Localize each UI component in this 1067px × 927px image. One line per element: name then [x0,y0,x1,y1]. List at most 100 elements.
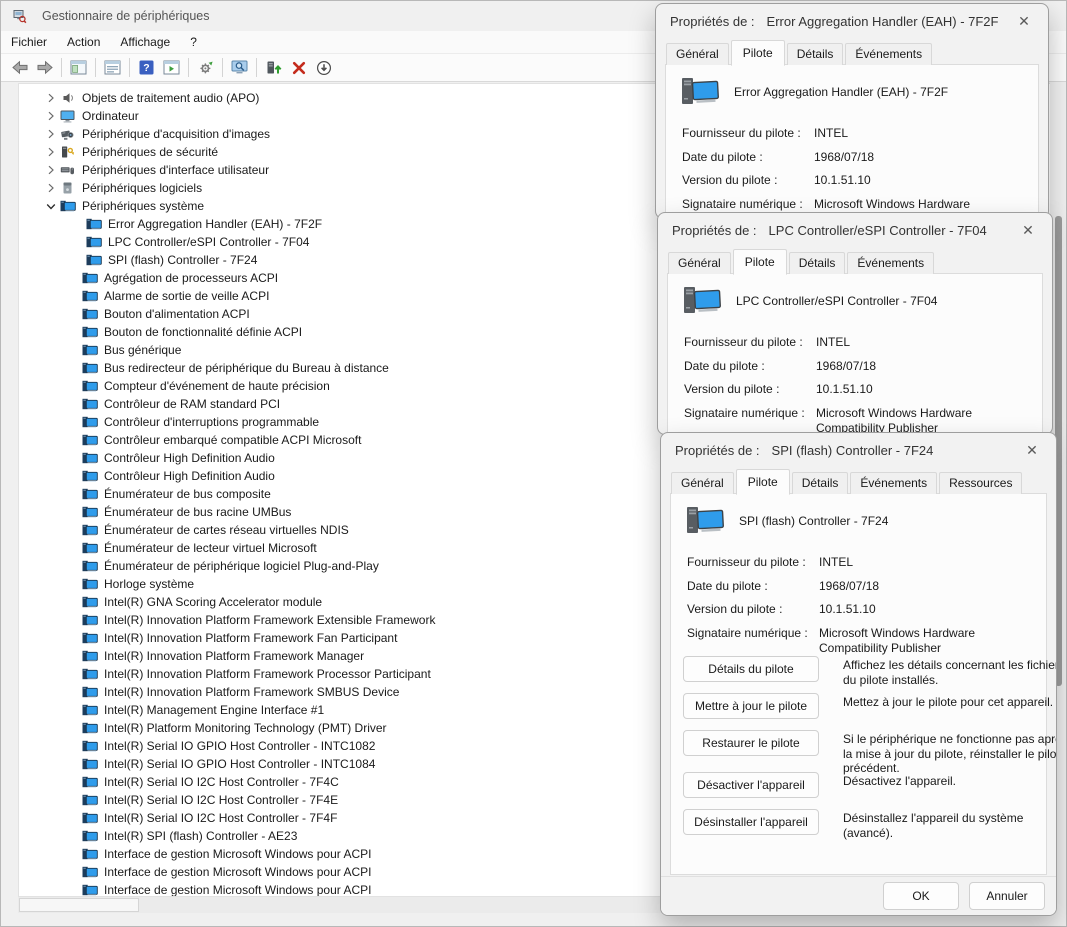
properties-dialog-eah: Propriétés de : Error Aggregation Handle… [655,3,1049,219]
dialog-tabs: GénéralPiloteDétailsÉvénements [666,37,1038,65]
field-value: INTEL [816,335,1042,350]
system-device-icon [81,613,98,627]
pilote-tab-page: Error Aggregation Handler (EAH) - 7F2F F… [665,64,1039,219]
driver-fields: Fournisseur du pilote :INTELDate du pilo… [684,335,1042,435]
tab-ressources[interactable]: Ressources [939,472,1022,494]
horizontal-scrollbar-thumb[interactable] [19,898,139,912]
chevron-right-icon[interactable] [43,91,59,105]
tab-pilote[interactable]: Pilote [736,469,790,495]
tree-item-label: Intel(R) Serial IO GPIO Host Controller … [104,757,375,771]
toolbar-search-computer-button[interactable] [227,56,252,79]
close-icon: ✕ [1018,13,1030,29]
field-value: INTEL [814,126,1038,141]
desinstaller-l-appareil-button[interactable]: Désinstaller l'appareil [683,809,819,835]
toolbar-uninstall-device-button[interactable] [286,56,311,79]
system-device-icon [81,343,98,357]
system-device-icon [81,721,98,735]
system-device-icon [81,487,98,501]
system-device-icon [81,559,98,573]
tab-details[interactable]: Détails [787,43,844,65]
chevron-right-icon[interactable] [43,109,59,123]
tree-item-label: Contrôleur High Definition Audio [104,469,275,483]
tab-general[interactable]: Général [671,472,734,494]
menu-action[interactable]: Action [57,35,110,49]
system-device-icon [81,541,98,555]
device-name: LPC Controller/eSPI Controller - 7F04 [736,294,937,308]
action-description: Affichez les détails concernant les fich… [843,656,1057,687]
driver-field-row: Version du pilote :10.1.51.10 [687,602,1046,617]
field-label: Date du pilote : [687,579,819,594]
toolbar-properties-button[interactable] [100,56,125,79]
details-du-pilote-button[interactable]: Détails du pilote [683,656,819,682]
driver-field-row: Fournisseur du pilote :INTEL [687,555,1046,570]
computer-device-icon [685,505,725,537]
tab-details[interactable]: Détails [789,252,846,274]
driver-field-row: Fournisseur du pilote :INTEL [684,335,1042,350]
toolbar-show-action-pane-button[interactable] [159,56,184,79]
menu-fichier[interactable]: Fichier [1,35,57,49]
tree-item-label: Périphérique d'acquisition d'images [82,127,270,141]
restaurer-le-pilote-button[interactable]: Restaurer le pilote [683,730,819,756]
driver-field-row: Version du pilote :10.1.51.10 [684,382,1042,397]
tree-item-label: Intel(R) SPI (flash) Controller - AE23 [104,829,297,843]
tree-item-label: Énumérateur de bus racine UMBus [104,505,291,519]
tree-item-label: Énumérateur de bus composite [104,487,271,501]
menu-help[interactable]: ? [180,35,207,49]
tree-item-label: Intel(R) Innovation Platform Framework F… [104,631,397,645]
driver-field-row: Fournisseur du pilote :INTEL [682,126,1038,141]
tree-item-label: Énumérateur de périphérique logiciel Plu… [104,559,379,573]
chevron-right-icon[interactable] [43,163,59,177]
driver-field-row: Version du pilote :10.1.51.10 [682,173,1038,188]
tree-item-label: Intel(R) Management Engine Interface #1 [104,703,324,717]
toolbar-forward-button[interactable] [32,56,57,79]
tree-item-label: Intel(R) GNA Scoring Accelerator module [104,595,322,609]
system-device-icon [81,523,98,537]
tab-details[interactable]: Détails [792,472,849,494]
system-device-icon [81,685,98,699]
pilote-tab-page: SPI (flash) Controller - 7F24 Fournisseu… [670,493,1047,875]
tab-pilote[interactable]: Pilote [733,249,787,275]
mettre-a-jour-le-pilote-button[interactable]: Mettre à jour le pilote [683,693,819,719]
toolbar-scan-hardware-changes-button[interactable] [193,56,218,79]
scan-hardware-changes-icon [198,60,214,76]
close-button[interactable]: ✕ [1022,442,1042,459]
tree-item-label: Intel(R) Innovation Platform Framework P… [104,667,431,681]
field-value: 1968/07/18 [814,150,1038,165]
dialog-title-prefix: Propriétés de : [670,14,755,29]
system-device-icon [81,865,98,879]
toolbar-back-button[interactable] [7,56,32,79]
driver-action-row: Désinstaller l'appareilDésinstallez l'ap… [683,809,1057,840]
ok-button[interactable]: OK [883,882,959,910]
computer-device-icon [680,76,720,108]
tab-pilote[interactable]: Pilote [731,40,785,66]
toolbar-disable-device-button[interactable] [311,56,336,79]
cancel-button[interactable]: Annuler [969,882,1045,910]
field-value: 10.1.51.10 [814,173,1038,188]
toolbar-update-driver-button[interactable] [261,56,286,79]
close-button[interactable]: ✕ [1018,222,1038,239]
field-label: Signataire numérique : [684,406,816,435]
chevron-right-icon[interactable] [43,127,59,141]
hid-device-icon [59,163,76,177]
tree-item-label: Ordinateur [82,109,139,123]
tree-item-label: Intel(R) Innovation Platform Framework S… [104,685,399,699]
dialog-titlebar: Propriétés de : Error Aggregation Handle… [656,4,1048,38]
tab-evenements[interactable]: Événements [845,43,932,65]
tab-general[interactable]: Général [668,252,731,274]
chevron-down-icon[interactable] [43,199,59,213]
toolbar-show-console-tree-button[interactable] [66,56,91,79]
desactiver-l-appareil-button[interactable]: Désactiver l'appareil [683,772,819,798]
tree-item-label: Périphériques système [82,199,204,213]
close-button[interactable]: ✕ [1014,13,1034,30]
tab-evenements[interactable]: Événements [847,252,934,274]
uninstall-device-icon [292,61,306,75]
tab-evenements[interactable]: Événements [850,472,937,494]
tree-item-label: Intel(R) Serial IO I2C Host Controller -… [104,811,337,825]
driver-action-row: Désactiver l'appareilDésactivez l'appare… [683,772,1057,798]
menu-affichage[interactable]: Affichage [110,35,180,49]
svg-text:?: ? [143,62,149,74]
chevron-right-icon[interactable] [43,145,59,159]
tab-general[interactable]: Général [666,43,729,65]
chevron-right-icon[interactable] [43,181,59,195]
toolbar-help-button[interactable]: ? [134,56,159,79]
